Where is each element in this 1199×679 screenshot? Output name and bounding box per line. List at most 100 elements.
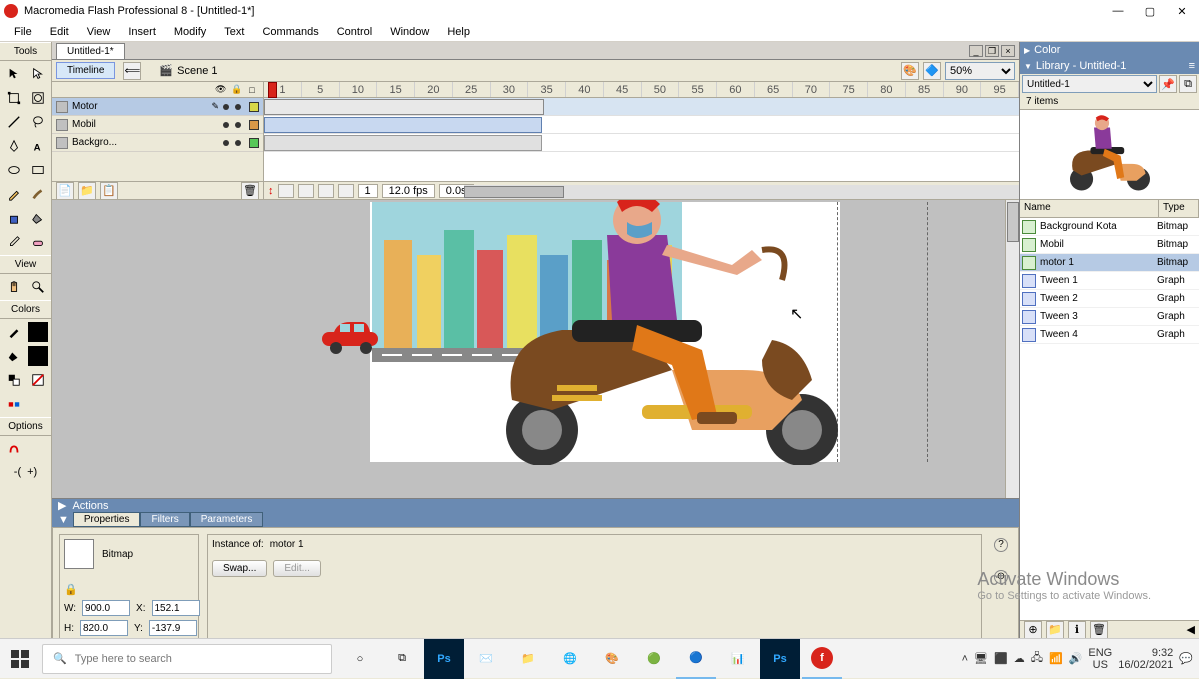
- tray-expand-icon[interactable]: ˄: [962, 653, 968, 665]
- height-input[interactable]: [80, 620, 128, 636]
- no-color[interactable]: [27, 369, 49, 391]
- library-item[interactable]: Tween 2Graph: [1020, 290, 1199, 308]
- layer-mobil[interactable]: Mobil: [52, 116, 263, 134]
- new-symbol-button[interactable]: ⊕: [1024, 621, 1042, 639]
- actions-panel-header[interactable]: ▶ Actions: [52, 499, 1019, 512]
- track-motor[interactable]: [264, 98, 1019, 116]
- hand-tool[interactable]: [3, 276, 25, 298]
- layer-motor[interactable]: Motor ✎: [52, 98, 263, 116]
- color-panel-header[interactable]: ▶ Color: [1020, 42, 1199, 58]
- frame-column[interactable]: 15101520253035404550556065707580859095 ↕…: [264, 82, 1019, 199]
- library-item[interactable]: Tween 1Graph: [1020, 272, 1199, 290]
- width-input[interactable]: [82, 600, 130, 616]
- pen-tool[interactable]: [3, 135, 25, 157]
- pencil-tool[interactable]: [3, 183, 25, 205]
- new-folder-button[interactable]: 📁: [1046, 621, 1064, 639]
- tray-volume-icon[interactable]: 🔊: [1069, 652, 1083, 665]
- pin-library-button[interactable]: 📌: [1159, 75, 1177, 93]
- eye-icon[interactable]: 👁: [215, 84, 225, 95]
- menu-text[interactable]: Text: [216, 24, 252, 40]
- tray-wifi-icon[interactable]: 📶: [1049, 652, 1063, 665]
- y-input[interactable]: [149, 620, 197, 636]
- bw-colors[interactable]: [3, 369, 25, 391]
- onion-skin-button[interactable]: [278, 184, 294, 198]
- new-layer-button[interactable]: 📄: [56, 182, 74, 200]
- edit-button[interactable]: Edit...: [273, 560, 321, 577]
- frame-ruler[interactable]: 15101520253035404550556065707580859095: [264, 82, 1019, 98]
- taskbar-app-mail[interactable]: ✉️: [466, 639, 506, 679]
- delete-button[interactable]: 🗑: [1090, 621, 1108, 639]
- close-button[interactable]: ✕: [1175, 4, 1189, 18]
- tab-filters[interactable]: Filters: [140, 512, 189, 527]
- x-input[interactable]: [152, 600, 200, 616]
- menu-edit[interactable]: Edit: [42, 24, 77, 40]
- zoom-select[interactable]: 50%: [945, 62, 1015, 80]
- brush-tool[interactable]: [27, 183, 49, 205]
- new-guide-button[interactable]: 📋: [100, 182, 118, 200]
- gradient-transform-tool[interactable]: [27, 87, 49, 109]
- tray-icon[interactable]: ⬛: [994, 652, 1008, 665]
- swap-button[interactable]: Swap...: [212, 560, 267, 577]
- stage-vertical-scrollbar[interactable]: [1005, 200, 1019, 498]
- col-type[interactable]: Type: [1159, 200, 1199, 217]
- delete-layer-button[interactable]: 🗑: [241, 182, 259, 200]
- cortana-button[interactable]: ○: [340, 639, 380, 679]
- selection-tool[interactable]: [3, 63, 25, 85]
- scene-label[interactable]: Scene 1: [177, 65, 217, 77]
- taskbar-app-chrome[interactable]: 🔵: [676, 639, 716, 679]
- taskbar-app-corel[interactable]: 🟢: [634, 639, 674, 679]
- oval-tool[interactable]: [3, 159, 25, 181]
- minimize-button[interactable]: —: [1111, 4, 1125, 18]
- fill-swatch[interactable]: [27, 345, 49, 367]
- library-panel-header[interactable]: ▼ Library - Untitled-1 ≡: [1020, 58, 1199, 74]
- doc-minimize[interactable]: _: [969, 45, 983, 57]
- doc-restore[interactable]: ❐: [985, 45, 999, 57]
- tray-icon[interactable]: 🖥: [974, 652, 988, 665]
- library-item[interactable]: Background KotaBitmap: [1020, 218, 1199, 236]
- menu-control[interactable]: Control: [329, 24, 380, 40]
- doc-close[interactable]: ×: [1001, 45, 1015, 57]
- tray-clock[interactable]: 9:3216/02/2021: [1118, 647, 1173, 671]
- center-frame-icon[interactable]: ↕: [268, 185, 274, 197]
- eyedropper-tool[interactable]: [3, 231, 25, 253]
- edit-symbol-button[interactable]: 🔷: [923, 62, 941, 80]
- edit-multiple-button[interactable]: [318, 184, 334, 198]
- ink-bottle-tool[interactable]: [3, 207, 25, 229]
- taskbar-search[interactable]: 🔍 Type here to search: [42, 644, 332, 674]
- lock-icon[interactable]: 🔒: [64, 583, 78, 596]
- lock-icon[interactable]: 🔒: [231, 84, 241, 95]
- new-library-button[interactable]: ⧉: [1179, 75, 1197, 93]
- subselect-tool[interactable]: [27, 63, 49, 85]
- modify-markers-button[interactable]: [338, 184, 354, 198]
- panel-menu-icon[interactable]: ≡: [1189, 60, 1195, 72]
- taskbar-app-explorer[interactable]: 📁: [508, 639, 548, 679]
- menu-view[interactable]: View: [79, 24, 119, 40]
- onion-outline-button[interactable]: [298, 184, 314, 198]
- tray-network-icon[interactable]: 🖧: [1031, 649, 1043, 668]
- fill-color[interactable]: [3, 345, 25, 367]
- col-name[interactable]: Name: [1020, 200, 1159, 217]
- taskbar-app-photoshop[interactable]: Ps: [424, 639, 464, 679]
- eraser-tool[interactable]: [27, 231, 49, 253]
- taskbar-app-excel[interactable]: 📊: [718, 639, 758, 679]
- tab-properties[interactable]: Properties: [73, 512, 141, 527]
- menu-window[interactable]: Window: [382, 24, 437, 40]
- timeline-scrollbar[interactable]: [464, 185, 1019, 199]
- tray-language[interactable]: ENGUS: [1088, 647, 1112, 671]
- help-icon[interactable]: ?: [994, 538, 1008, 552]
- maximize-button[interactable]: ▢: [1143, 4, 1157, 18]
- track-background[interactable]: [264, 134, 1019, 152]
- library-item[interactable]: motor 1Bitmap: [1020, 254, 1199, 272]
- stage-area[interactable]: [52, 200, 1019, 498]
- paint-bucket-tool[interactable]: [27, 207, 49, 229]
- start-button[interactable]: [0, 639, 40, 679]
- new-folder-button[interactable]: 📁: [78, 182, 96, 200]
- text-tool[interactable]: A: [27, 135, 49, 157]
- zoom-tool[interactable]: [27, 276, 49, 298]
- stroke-color[interactable]: [3, 321, 25, 343]
- tray-notifications-icon[interactable]: 💬: [1179, 652, 1193, 665]
- taskbar-app-photoshop2[interactable]: Ps: [760, 639, 800, 679]
- library-doc-select[interactable]: Untitled-1: [1022, 75, 1157, 93]
- taskbar-app-paint[interactable]: 🎨: [592, 639, 632, 679]
- menu-insert[interactable]: Insert: [120, 24, 164, 40]
